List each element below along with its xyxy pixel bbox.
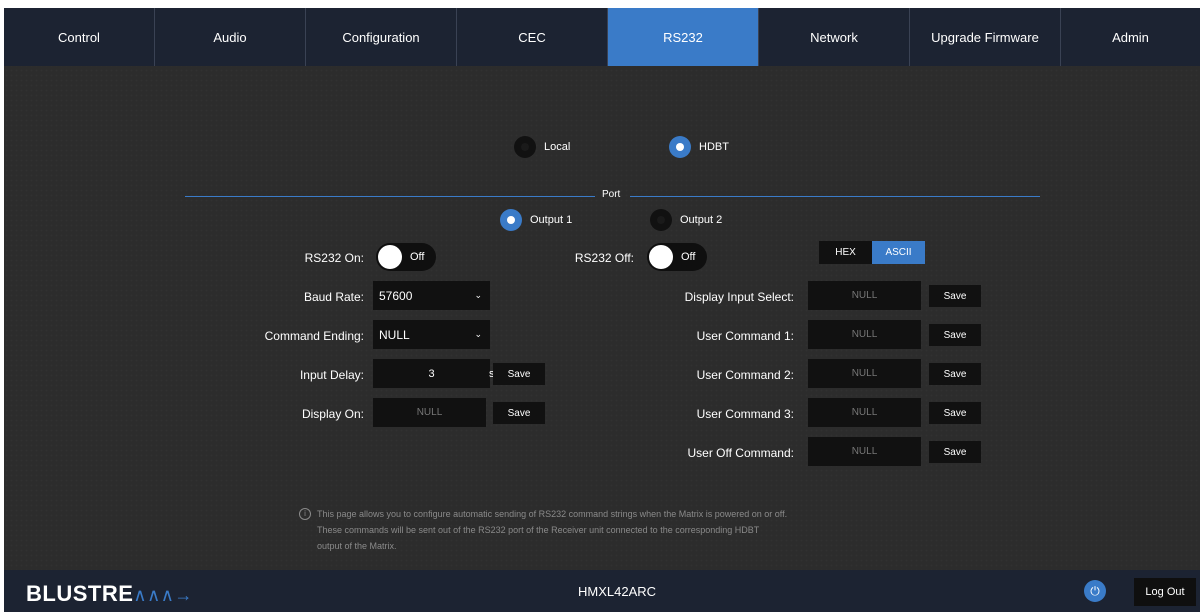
port-divider-right xyxy=(630,196,1040,197)
rs232-off-label: RS232 Off: xyxy=(574,251,634,265)
toggle-knob xyxy=(649,245,673,269)
output1-option[interactable]: Output 1 xyxy=(500,209,572,231)
baud-rate-label: Baud Rate: xyxy=(303,290,364,304)
display-on-field[interactable]: NULL xyxy=(373,398,486,427)
baud-rate-select[interactable]: 57600 ⌄ xyxy=(373,281,490,310)
output1-label: Output 1 xyxy=(530,214,573,226)
baud-rate-value: 57600 xyxy=(379,288,413,303)
top-nav: Control Audio Configuration CEC RS232 Ne… xyxy=(4,8,1200,66)
input-delay-field[interactable]: 3 xyxy=(373,359,490,388)
user-command-3-save-button[interactable]: Save xyxy=(929,402,981,424)
power-icon[interactable]: ⏻ xyxy=(1084,580,1106,602)
command-ending-value: NULL xyxy=(379,327,410,342)
user-off-command-field[interactable]: NULL xyxy=(808,437,921,466)
user-command-1-label: User Command 1: xyxy=(696,329,794,343)
radio-dot xyxy=(521,143,529,151)
user-command-2-save-button[interactable]: Save xyxy=(929,363,981,385)
blustream-logo: BLUSTRE∧∧∧→ xyxy=(26,581,193,607)
command-ending-select[interactable]: NULL ⌄ xyxy=(373,320,490,349)
hdbt-label: HDBT xyxy=(699,141,729,153)
tab-rs232[interactable]: RS232 xyxy=(608,8,759,66)
user-command-2-field[interactable]: NULL xyxy=(808,359,921,388)
tab-network[interactable]: Network xyxy=(759,8,910,66)
tab-audio[interactable]: Audio xyxy=(155,8,306,66)
tab-upgrade-firmware[interactable]: Upgrade Firmware xyxy=(910,8,1061,66)
user-command-3-label: User Command 3: xyxy=(696,407,794,421)
radio-dot xyxy=(657,216,665,224)
chevron-down-icon: ⌄ xyxy=(474,290,482,300)
input-delay-label: Input Delay: xyxy=(299,368,364,382)
local-label: Local xyxy=(544,141,571,153)
output1-radio[interactable] xyxy=(500,209,522,231)
user-off-command-save-button[interactable]: Save xyxy=(929,441,981,463)
info-line-1: This page allows you to configure automa… xyxy=(317,509,788,519)
command-ending-label: Command Ending: xyxy=(264,329,364,343)
display-input-select-field[interactable]: NULL xyxy=(808,281,921,310)
user-off-command-label: User Off Command: xyxy=(687,446,794,460)
logo-wave: ∧∧∧→ xyxy=(133,585,193,605)
output2-label: Output 2 xyxy=(680,214,723,226)
tab-cec[interactable]: CEC xyxy=(457,8,608,66)
local-radio[interactable] xyxy=(514,136,536,158)
hex-button[interactable]: HEX xyxy=(819,241,872,264)
rs232-off-state: Off xyxy=(681,251,696,263)
user-command-1-save-button[interactable]: Save xyxy=(929,324,981,346)
display-on-label: Display On: xyxy=(301,407,364,421)
logo-text: BLUSTRE xyxy=(26,581,134,606)
tab-admin[interactable]: Admin xyxy=(1061,8,1200,66)
user-command-3-field[interactable]: NULL xyxy=(808,398,921,427)
toggle-knob xyxy=(378,245,402,269)
user-command-1-field[interactable]: NULL xyxy=(808,320,921,349)
app-window: Control Audio Configuration CEC RS232 Ne… xyxy=(4,8,1200,612)
footer-bar: BLUSTRE∧∧∧→ HMXL42ARC ⏻ Log Out xyxy=(4,570,1200,612)
ascii-button[interactable]: ASCII xyxy=(872,241,925,264)
output2-radio[interactable] xyxy=(650,209,672,231)
info-note: i This page allows you to configure auto… xyxy=(299,506,881,554)
display-on-save-button[interactable]: Save xyxy=(493,402,545,424)
radio-dot xyxy=(507,216,515,224)
output2-option[interactable]: Output 2 xyxy=(650,209,722,231)
info-line-3: output of the Matrix. xyxy=(317,541,397,551)
port-label: Port xyxy=(602,189,621,200)
port-divider-left xyxy=(185,196,595,197)
rs232-off-toggle[interactable]: Off xyxy=(647,243,707,271)
user-command-2-label: User Command 2: xyxy=(696,368,794,382)
tab-configuration[interactable]: Configuration xyxy=(306,8,457,66)
tab-control[interactable]: Control xyxy=(4,8,155,66)
source-local-option[interactable]: Local xyxy=(514,136,570,158)
hdbt-radio[interactable] xyxy=(669,136,691,158)
logout-button[interactable]: Log Out xyxy=(1134,578,1196,606)
device-name: HMXL42ARC xyxy=(578,584,657,599)
display-input-select-save-button[interactable]: Save xyxy=(929,285,981,307)
rs232-on-label: RS232 On: xyxy=(304,251,364,265)
rs232-on-state: Off xyxy=(410,251,425,263)
info-icon: i xyxy=(299,508,311,520)
rs232-on-toggle[interactable]: Off xyxy=(376,243,436,271)
input-delay-save-button[interactable]: Save xyxy=(493,363,545,385)
chevron-down-icon: ⌄ xyxy=(474,329,482,339)
format-toggle: HEX ASCII xyxy=(819,241,925,264)
radio-dot xyxy=(676,143,684,151)
display-input-select-label: Display Input Select: xyxy=(684,290,794,304)
source-hdbt-option[interactable]: HDBT xyxy=(669,136,729,158)
info-line-2: These commands will be sent out of the R… xyxy=(317,525,760,535)
